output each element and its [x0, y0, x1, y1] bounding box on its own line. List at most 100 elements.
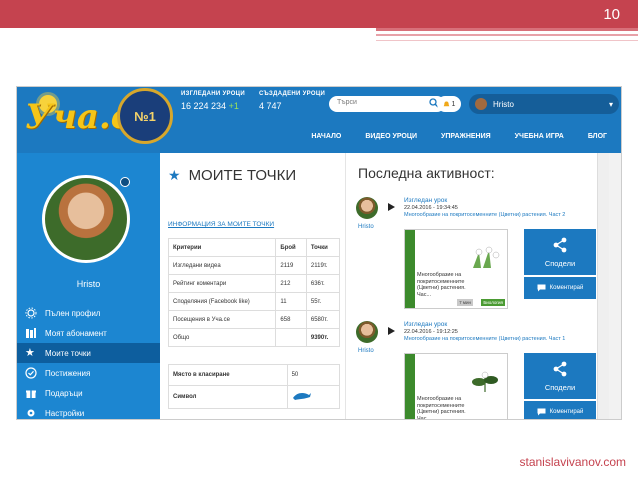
check-circle-icon: [25, 367, 37, 379]
total-row: Общо 9390т.: [167, 328, 341, 347]
sidebar-item-label: Подаръци: [45, 388, 83, 398]
plant-illustration: [472, 371, 498, 392]
table-cell: 2119т.: [305, 256, 341, 275]
flower-illustration: [473, 246, 500, 268]
points-table: Критерии Брой Точки Изгледани видеа 2119…: [167, 238, 341, 347]
activity-item: Hristo Изгледан урок 22.04.2016 - 19:34:…: [356, 197, 606, 317]
gift-icon: [26, 390, 36, 398]
nav-blog[interactable]: БЛОГ: [588, 133, 607, 140]
page-title: ★ МОИТЕ ТОЧКИ: [168, 167, 296, 184]
star-icon: ★: [25, 347, 35, 359]
activity-item: Hristo Изгледан урок 22.04.2016 - 19:12:…: [356, 321, 606, 420]
stat-delta: +1: [228, 101, 239, 111]
table-cell: 2119: [275, 256, 307, 275]
comment-label: Коментирай: [549, 409, 584, 415]
comment-icon: [537, 284, 546, 292]
user-name: Hristo: [493, 99, 514, 109]
search-placeholder: Търси: [337, 99, 357, 106]
table-row: Място в класиране 50: [168, 364, 341, 386]
site-header: Уча.се №1 ИЗГЛЕДАНИ УРОЦИ 16 224 234 +1 …: [17, 87, 621, 153]
lesson-card[interactable]: Многообразие на покритосеменните (Цветни…: [404, 353, 508, 420]
slide-stripe: [376, 40, 638, 41]
slide-stripe: [376, 34, 638, 36]
lesson-card[interactable]: Многообразие на покритосеменните (Цветни…: [404, 229, 508, 309]
stat-label: СЪЗДАДЕНИ УРОЦИ: [258, 91, 326, 97]
activity-user[interactable]: Hristo: [358, 224, 374, 230]
badge-number: №1: [134, 108, 156, 124]
share-label: Сподели: [544, 382, 576, 392]
share-button[interactable]: Сподели: [524, 353, 596, 399]
stat-value: 4 747: [258, 101, 282, 111]
table-cell: 11: [275, 292, 307, 311]
nav-learning-game[interactable]: УЧЕБНА ИГРА: [515, 133, 564, 140]
table-cell: 6580т.: [305, 310, 341, 329]
star-icon: ★: [168, 167, 181, 183]
slide-stripe: [376, 28, 638, 31]
table-row: Символ: [168, 385, 341, 409]
award-badge: №1: [117, 88, 173, 144]
card-strip: [405, 354, 415, 419]
table-cell: 658: [275, 310, 307, 329]
sidebar-item-achievements[interactable]: Постижения: [17, 363, 160, 383]
share-button[interactable]: Сподели: [524, 229, 596, 275]
comment-button[interactable]: Коментирай: [524, 401, 596, 419]
dolphin-icon: [292, 393, 311, 400]
column-header: Точки: [305, 238, 341, 257]
share-icon: [553, 361, 567, 376]
slide-header-band: [0, 0, 638, 28]
share-label: Сподели: [544, 258, 576, 268]
table-cell: 55т.: [305, 292, 341, 311]
column-header: Брой: [275, 238, 307, 257]
stat-created: СЪЗДАДЕНИ УРОЦИ 4 747: [259, 91, 325, 111]
edit-photo-icon[interactable]: [120, 177, 130, 187]
gear-icon: [25, 307, 37, 319]
table-row: Изгледани видеа 2119 2119т.: [167, 256, 341, 275]
comment-button[interactable]: Коментирай: [524, 277, 596, 299]
sidebar-item-settings[interactable]: Настройки: [17, 403, 160, 419]
points-title: МОИТЕ ТОЧКИ: [188, 167, 297, 184]
table-cell: 212: [275, 274, 307, 293]
nav-home[interactable]: НАЧАЛО: [311, 133, 341, 140]
activity-panel: Последна активност: Hristo Изгледан урок…: [345, 153, 609, 420]
sidebar-item-full-profile[interactable]: Пълен профил: [17, 303, 160, 323]
activity-type[interactable]: Изгледан урок: [404, 197, 447, 204]
table-row: Рейтинг коментари 212 636т.: [167, 274, 341, 293]
rank-label: Място в класиране: [168, 364, 288, 386]
search-input[interactable]: Търси: [329, 96, 445, 112]
points-info-link[interactable]: ИНФОРМАЦИЯ ЗА МОИТЕ ТОЧКИ: [168, 221, 274, 228]
books-icon: [26, 328, 36, 338]
stat-label: ИЗГЛЕДАНИ УРОЦИ: [181, 91, 245, 97]
notifications-button[interactable]: 1: [437, 96, 461, 112]
card-title: Многообразие на покритосеменните (Цветни…: [417, 396, 466, 420]
user-menu[interactable]: Hristo ▾: [469, 94, 619, 114]
avatar: [475, 98, 487, 110]
avatar: [356, 197, 378, 219]
table-header-row: Критерии Брой Точки: [167, 238, 341, 257]
comment-icon: [537, 408, 546, 416]
site-stats: ИЗГЛЕДАНИ УРОЦИ 16 224 234 +1 СЪЗДАДЕНИ …: [181, 91, 325, 111]
points-panel: ★ МОИТЕ ТОЧКИ ИНФОРМАЦИЯ ЗА МОИТЕ ТОЧКИ …: [160, 153, 345, 419]
duration-badge: 7 мин: [457, 299, 473, 306]
symbol-label: Символ: [168, 385, 288, 409]
nav-video-lessons[interactable]: ВИДЕО УРОЦИ: [365, 133, 417, 140]
nav-exercises[interactable]: УПРАЖНЕНИЯ: [441, 133, 491, 140]
activity-lesson-link[interactable]: Многообразие на покритосеменните (Цветни…: [404, 212, 594, 219]
card-title: Многообразие на покритосеменните (Цветни…: [417, 272, 466, 298]
activity-lesson-link[interactable]: Многообразие на покритосеменните (Цветни…: [404, 336, 594, 343]
profile-photo: [42, 175, 130, 263]
table-cell: 636т.: [305, 274, 341, 293]
table-row: Споделяния (Facebook like) 11 55т.: [167, 292, 341, 311]
comment-label: Коментирай: [549, 285, 584, 291]
sidebar-item-gifts[interactable]: Подаръци: [17, 383, 160, 403]
chevron-down-icon: ▾: [608, 99, 613, 109]
activity-user[interactable]: Hristo: [358, 348, 374, 354]
footer-link[interactable]: stanislavivanov.com: [520, 455, 627, 469]
stat-value: 16 224 234: [181, 101, 227, 111]
activity-title: Последна активност:: [358, 165, 495, 181]
sidebar-item-my-points[interactable]: ★ Моите точки: [17, 343, 166, 363]
card-strip: [405, 230, 415, 308]
sidebar-item-subscription[interactable]: Моят абонамент: [17, 323, 160, 343]
activity-type[interactable]: Изгледан урок: [404, 321, 447, 328]
share-icon: [553, 237, 567, 252]
scrollbar[interactable]: [597, 153, 609, 419]
